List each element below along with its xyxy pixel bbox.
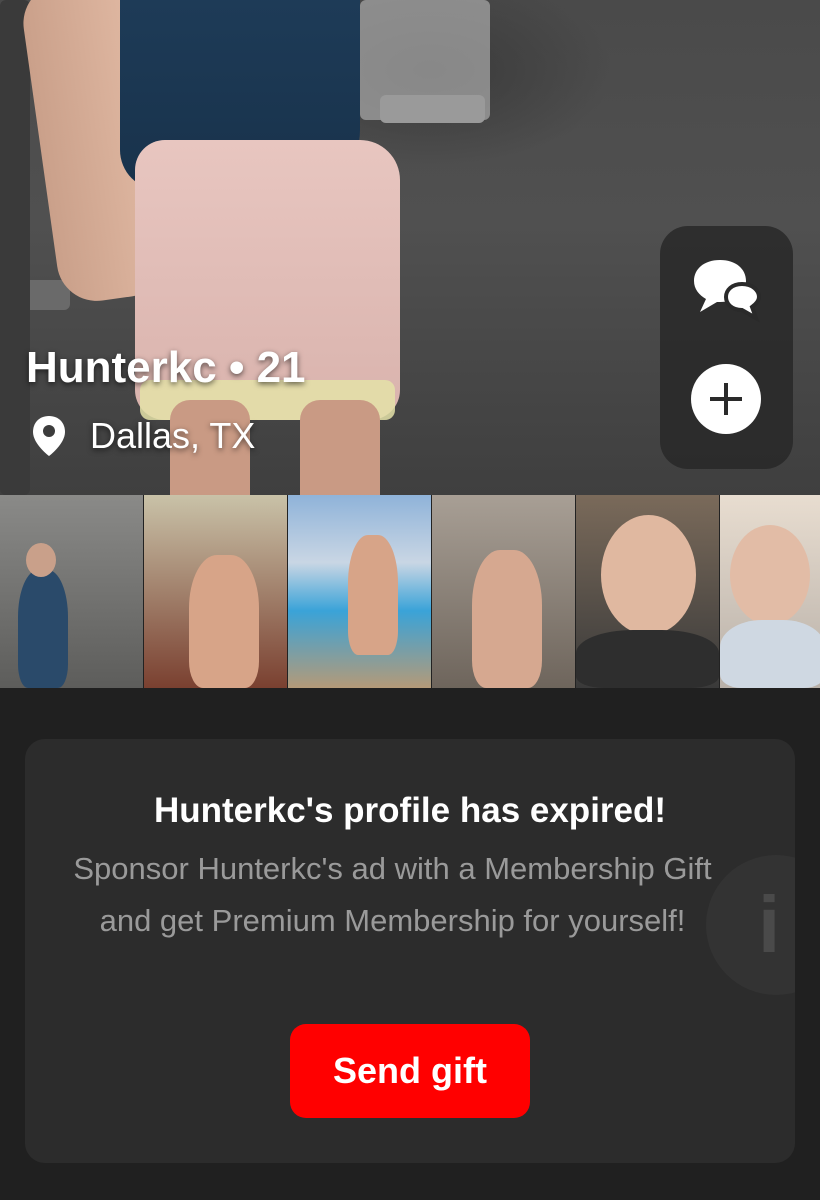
photo-thumbnail-2[interactable] [144, 495, 288, 688]
photo-thumbnail-strip [0, 495, 820, 688]
send-gift-button[interactable]: Send gift [290, 1024, 530, 1118]
expired-profile-card: Hunterkc's profile has expired! Sponsor … [25, 739, 795, 1163]
thumb-figure [472, 550, 542, 688]
person-leg-right [300, 400, 380, 495]
thumb-face [26, 543, 56, 577]
photo-thumbnail-5[interactable] [576, 495, 720, 688]
thumb-figure [189, 555, 259, 688]
chat-bubbles-icon[interactable] [690, 254, 764, 324]
gym-equipment-base [380, 95, 485, 123]
expired-title: Hunterkc's profile has expired! [153, 791, 667, 830]
info-glyph: i [758, 880, 781, 969]
thumb-figure [348, 535, 398, 655]
photo-thumbnail-6[interactable] [720, 495, 820, 688]
thumb-shirt [576, 630, 719, 688]
profile-hero-photo[interactable]: Hunterkc • 21 Dallas, TX [0, 0, 820, 495]
plus-circle-icon[interactable] [691, 364, 761, 434]
profile-name-age: Hunterkc • 21 [26, 343, 306, 392]
thumb-figure [18, 570, 68, 688]
photo-thumbnail-3[interactable] [288, 495, 432, 688]
thumb-shirt [720, 620, 820, 688]
rack-post [0, 0, 30, 495]
profile-location: Dallas, TX [30, 414, 255, 458]
photo-thumbnail-4[interactable] [432, 495, 576, 688]
thumb-face [730, 525, 810, 625]
location-text: Dallas, TX [90, 415, 256, 456]
location-pin-icon [30, 414, 68, 458]
photo-thumbnail-1[interactable] [0, 495, 144, 688]
expired-message: Sponsor Hunterkc's ad with a Membership … [73, 851, 712, 938]
profile-action-panel [660, 226, 793, 469]
thumb-face [601, 515, 696, 635]
